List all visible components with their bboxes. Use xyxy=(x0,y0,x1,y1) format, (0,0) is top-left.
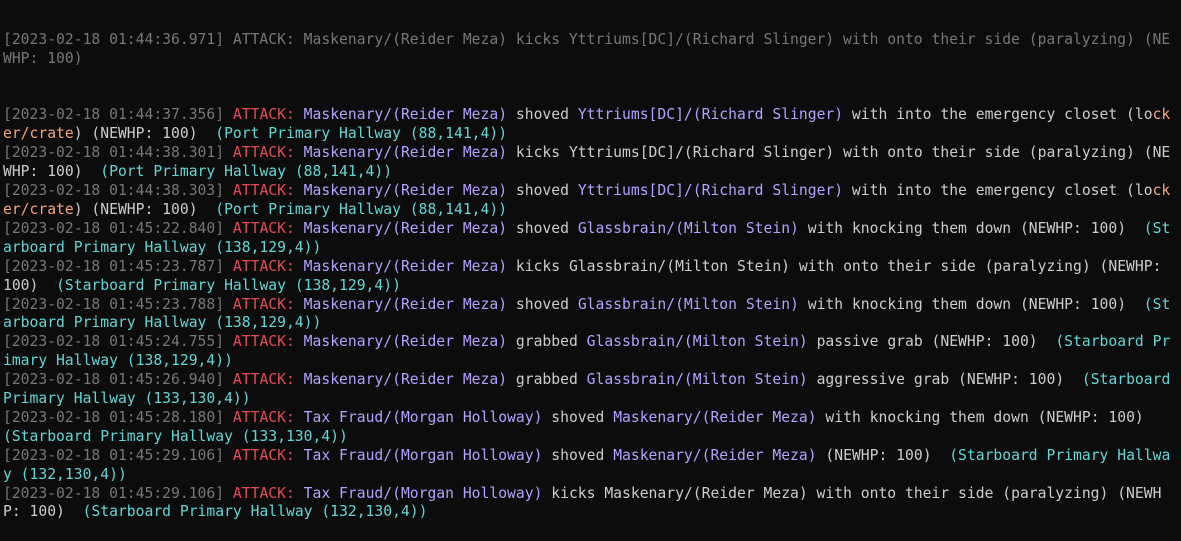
log-timestamp: [2023-02-18 01:45:29.106] xyxy=(3,484,233,502)
log-text: grabbed xyxy=(507,371,587,389)
attack-tag: ATTACK: xyxy=(232,219,304,237)
attack-tag: ATTACK: xyxy=(232,182,304,200)
attack-tag: ATTACK: xyxy=(232,484,304,502)
log-text: with into the emergency closet (lo xyxy=(843,182,1153,200)
log-timestamp: [2023-02-18 01:45:24.755] xyxy=(3,333,233,351)
attack-log: [2023-02-18 01:44:37.356] ATTACK: Masken… xyxy=(3,106,1179,522)
location: (Starboard Primary Hallway (138,129,4)) xyxy=(56,276,401,294)
attack-tag: ATTACK: xyxy=(232,333,304,351)
attack-tag: ATTACK: xyxy=(232,144,304,162)
player-name: Maskenary/(Reider Meza) xyxy=(613,446,817,464)
log-text: shoved xyxy=(507,295,578,313)
location: (Starboard Primary Hallway (133,130,4)) xyxy=(3,427,348,445)
player-name: Maskenary/(Reider Meza) xyxy=(613,408,817,426)
log-entry: [2023-02-18 01:45:29.106] ATTACK: Tax Fr… xyxy=(3,485,1179,523)
log-timestamp: [2023-02-18 01:44:38.301] xyxy=(3,144,233,162)
log-text: aggressive grab (NEWHP: 100) xyxy=(807,371,1082,389)
log-timestamp: [2023-02-18 01:45:23.788] xyxy=(3,295,233,313)
log-timestamp: [2023-02-18 01:44:37.356] xyxy=(3,106,233,124)
log-text: with knocking them down (NEWHP: 100) xyxy=(798,219,1144,237)
location: (Port Primary Hallway (88,141,4)) xyxy=(215,200,508,218)
log-partial-text: [2023-02-18 01:44:36.971] ATTACK: Masken… xyxy=(3,30,1171,67)
log-entry: [2023-02-18 01:45:29.106] ATTACK: Tax Fr… xyxy=(3,447,1179,485)
player-name: Yttriums[DC]/(Richard Slinger) xyxy=(577,106,844,124)
log-text: shoved xyxy=(542,446,614,464)
player-name: Tax Fraud/(Morgan Holloway) xyxy=(303,408,543,426)
player-name: Maskenary/(Reider Meza) xyxy=(303,257,508,275)
log-text: ) (NEWHP: 100) xyxy=(73,125,216,143)
log-text: shoved xyxy=(507,106,578,124)
log-timestamp: [2023-02-18 01:45:23.787] xyxy=(3,257,233,275)
log-entry: [2023-02-18 01:44:37.356] ATTACK: Masken… xyxy=(3,106,1179,144)
log-entry: [2023-02-18 01:45:23.787] ATTACK: Masken… xyxy=(3,258,1179,296)
log-text: shoved xyxy=(542,408,614,426)
attack-tag: ATTACK: xyxy=(232,446,304,464)
log-text: with knocking them down (NEWHP: 100) xyxy=(798,295,1144,313)
log-text: passive grab (NEWHP: 100) xyxy=(807,333,1056,351)
log-text: ) (NEWHP: 100) xyxy=(73,200,216,218)
player-name: Glassbrain/(Milton Stein) xyxy=(577,295,799,313)
log-timestamp: [2023-02-18 01:45:22.840] xyxy=(3,219,233,237)
log-entry: [2023-02-18 01:45:22.840] ATTACK: Masken… xyxy=(3,220,1179,258)
log-timestamp: [2023-02-18 01:44:38.303] xyxy=(3,182,233,200)
player-name: Maskenary/(Reider Meza) xyxy=(303,333,508,351)
player-name: Tax Fraud/(Morgan Holloway) xyxy=(303,446,543,464)
log-text: shoved xyxy=(507,182,578,200)
log-entry-partial: [2023-02-18 01:44:36.971] ATTACK: Masken… xyxy=(3,31,1179,69)
log-entry: [2023-02-18 01:45:28.180] ATTACK: Tax Fr… xyxy=(3,409,1179,447)
log-timestamp: [2023-02-18 01:45:28.180] xyxy=(3,408,233,426)
log-entry: [2023-02-18 01:45:24.755] ATTACK: Masken… xyxy=(3,333,1179,371)
log-entry: [2023-02-18 01:45:26.940] ATTACK: Masken… xyxy=(3,371,1179,409)
player-name: Maskenary/(Reider Meza) xyxy=(303,182,508,200)
attack-tag: ATTACK: xyxy=(232,295,304,313)
player-name: Maskenary/(Reider Meza) xyxy=(303,295,508,313)
log-entry: [2023-02-18 01:45:23.788] ATTACK: Masken… xyxy=(3,296,1179,334)
player-name: Maskenary/(Reider Meza) xyxy=(303,371,508,389)
player-name: Maskenary/(Reider Meza) xyxy=(303,144,508,162)
player-name: Glassbrain/(Milton Stein) xyxy=(586,333,808,351)
location: (Port Primary Hallway (88,141,4)) xyxy=(100,163,393,181)
attack-tag: ATTACK: xyxy=(232,408,304,426)
location: (Port Primary Hallway (88,141,4)) xyxy=(215,125,508,143)
location: (Starboard Primary Hallway (132,130,4)) xyxy=(82,503,428,521)
player-name: Tax Fraud/(Morgan Holloway) xyxy=(303,484,543,502)
attack-tag: ATTACK: xyxy=(232,257,304,275)
terminal-output[interactable]: [2023-02-18 01:44:36.971] ATTACK: Masken… xyxy=(3,0,1179,541)
log-entry: [2023-02-18 01:44:38.303] ATTACK: Masken… xyxy=(3,182,1179,220)
player-name: Maskenary/(Reider Meza) xyxy=(303,106,508,124)
attack-tag: ATTACK: xyxy=(232,106,304,124)
log-text: with knocking them down (NEWHP: 100) xyxy=(816,408,1162,426)
log-text: with into the emergency closet (lo xyxy=(843,106,1153,124)
player-name: Yttriums[DC]/(Richard Slinger) xyxy=(577,182,844,200)
log-timestamp: [2023-02-18 01:45:26.940] xyxy=(3,371,233,389)
log-entry: [2023-02-18 01:44:38.301] ATTACK: Masken… xyxy=(3,144,1179,182)
log-text: (NEWHP: 100) xyxy=(816,446,950,464)
log-text: shoved xyxy=(507,219,578,237)
player-name: Maskenary/(Reider Meza) xyxy=(303,219,508,237)
log-timestamp: [2023-02-18 01:45:29.106] xyxy=(3,446,233,464)
player-name: Glassbrain/(Milton Stein) xyxy=(586,371,808,389)
player-name: Glassbrain/(Milton Stein) xyxy=(577,219,799,237)
attack-tag: ATTACK: xyxy=(232,371,304,389)
log-text: grabbed xyxy=(507,333,587,351)
